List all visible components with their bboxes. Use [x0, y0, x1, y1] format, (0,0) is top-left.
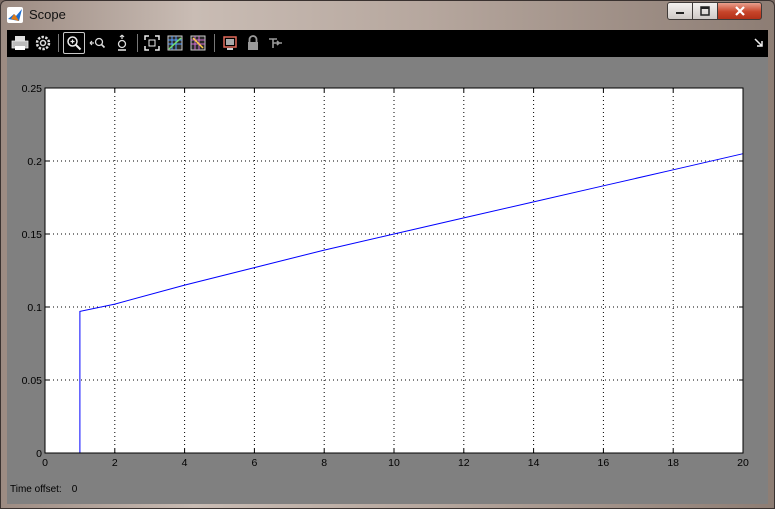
lock-icon: [248, 35, 258, 50]
scope-display: 0 2 4 6 8 10 12 14 16 18 20 0 0.05 0.1 0.15 0.2 0.25 Tim…: [7, 57, 768, 504]
parameters-icon: [35, 35, 51, 51]
floating-scope-button[interactable]: [219, 32, 241, 54]
print-icon: [11, 36, 29, 50]
floating-scope-icon: [223, 36, 237, 50]
y-tick-label: 0: [36, 448, 42, 460]
y-tick-label: 0.15: [22, 229, 43, 241]
matlab-logo-icon: [7, 7, 23, 23]
plot-axes-background[interactable]: [45, 88, 743, 453]
toolbar-separator: [214, 34, 215, 52]
autoscale-button[interactable]: [141, 32, 163, 54]
close-icon: [734, 6, 745, 16]
minimize-icon: [676, 12, 684, 14]
x-tick-label: 20: [737, 457, 749, 469]
close-button[interactable]: [717, 2, 762, 20]
x-tick-label: 18: [667, 457, 679, 469]
save-axes-settings-icon: [167, 35, 183, 51]
x-tick-label: 4: [182, 457, 188, 469]
signal-selection-icon: [269, 38, 282, 48]
zoom-x-icon: [89, 37, 106, 49]
x-tick-label: 12: [458, 457, 470, 469]
dock-arrow-icon[interactable]: [754, 38, 764, 48]
save-axes-settings-button[interactable]: [164, 32, 186, 54]
x-tick-label: 8: [321, 457, 327, 469]
y-tick-label: 0.05: [22, 375, 43, 387]
toolbar-separator: [58, 34, 59, 52]
x-tick-label: 16: [598, 457, 610, 469]
x-tick-label: 14: [528, 457, 540, 469]
lock-axes-button[interactable]: [242, 32, 264, 54]
print-button[interactable]: [9, 32, 31, 54]
restore-axes-settings-button[interactable]: [187, 32, 209, 54]
time-offset-value: 0: [71, 484, 78, 495]
zoom-in-button[interactable]: [63, 32, 85, 54]
title-bar[interactable]: Scope: [1, 1, 774, 29]
y-tick-label: 0.25: [22, 83, 43, 95]
signal-selection-button[interactable]: [265, 32, 287, 54]
x-tick-label: 6: [251, 457, 257, 469]
y-tick-label: 0.2: [27, 156, 42, 168]
window-title: Scope: [29, 7, 66, 22]
zoom-in-icon: [67, 36, 82, 51]
zoom-x-button[interactable]: [87, 32, 109, 54]
parameters-button[interactable]: [32, 32, 54, 54]
y-tick-label: 0.1: [27, 302, 42, 314]
scope-toolbar: [7, 30, 768, 57]
zoom-y-icon: [117, 34, 127, 51]
toolbar-separator: [137, 34, 138, 52]
scope-plot: 0 2 4 6 8 10 12 14 16 18 20 0 0.05 0.1 0.15 0.2 0.25: [22, 83, 749, 469]
time-offset-label: Time offset:: [10, 484, 62, 495]
x-tick-label: 0: [42, 457, 48, 469]
x-tick-label: 2: [112, 457, 118, 469]
scope-window: Scope 0 2 4 6 8 10 12 14 16 18 20 0 0.05…: [0, 0, 775, 509]
x-tick-label: 10: [388, 457, 400, 469]
minimize-button[interactable]: [667, 2, 693, 20]
zoom-y-button[interactable]: [111, 32, 133, 54]
autoscale-icon: [144, 35, 160, 51]
maximize-button[interactable]: [692, 2, 718, 20]
maximize-icon: [700, 6, 710, 16]
time-offset: Time offset: 0: [10, 484, 77, 495]
restore-axes-settings-icon: [190, 35, 206, 51]
